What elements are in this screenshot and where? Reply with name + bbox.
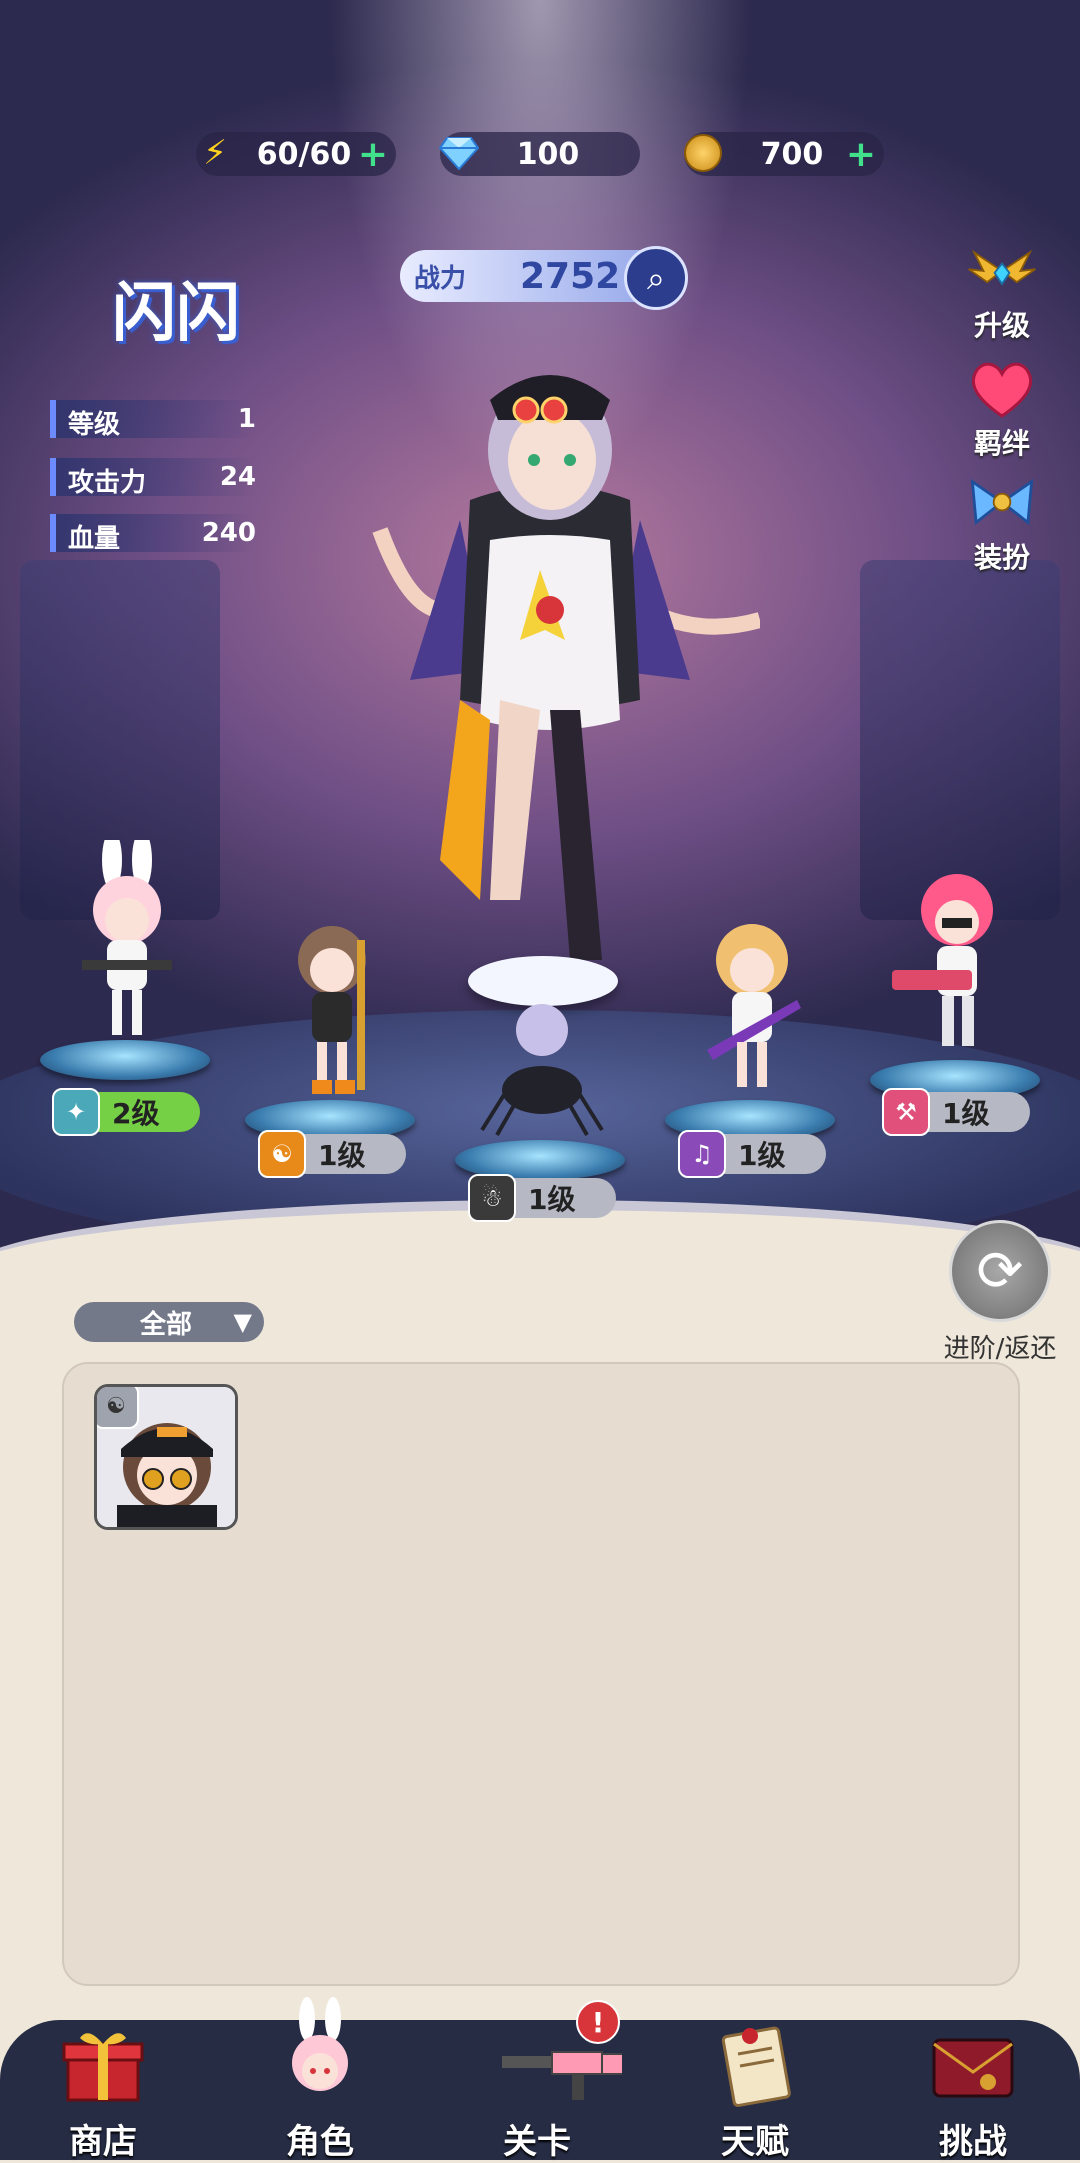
stat-attack: 攻击力 24 (50, 458, 256, 498)
team-slot-4[interactable] (665, 900, 835, 1160)
yin-yang-icon: ☯ (97, 1387, 139, 1429)
power-label: 战力 (414, 263, 467, 294)
yin-yang-icon: ☯ (258, 1130, 306, 1178)
upgrade-label: 升级 (973, 309, 1030, 342)
lightning-icon: ⚡ (203, 133, 227, 173)
dress-label: 装扮 (973, 541, 1030, 574)
monk-girl-chibi (298, 926, 366, 1094)
tab-talent[interactable]: 天赋 (670, 2020, 840, 2162)
tab-hero[interactable]: 角色 (235, 1997, 405, 2162)
energy-value: 60/60 (256, 136, 352, 172)
stat-value: 1 (237, 404, 256, 434)
team-slot-3[interactable] (455, 940, 625, 1200)
team-slot-2[interactable] (245, 900, 415, 1160)
gingerbread-icon: ☃ (468, 1174, 516, 1222)
team-slot-1[interactable] (40, 840, 210, 1100)
stat-value: 240 (201, 518, 256, 548)
scroll-icon (721, 2026, 791, 2107)
guitar-girl-chibi (707, 924, 801, 1087)
add-coin-button[interactable]: + (846, 134, 876, 175)
gem-counter[interactable]: 100 (439, 132, 640, 176)
level-text: 1级 (942, 1097, 990, 1130)
bunny-avatar-icon (292, 1997, 348, 2091)
gift-box-icon (62, 2033, 144, 2102)
coin-value: 700 (760, 136, 824, 172)
tab-label: 关卡 (503, 2122, 571, 2162)
roster-card[interactable]: ☯ (94, 1384, 238, 1530)
tab-label: 天赋 (721, 2122, 789, 2162)
magnifier-icon[interactable]: ⌕ (624, 246, 688, 310)
team-level-2: ☯ 1级 (258, 1130, 406, 1178)
coin-icon (678, 128, 728, 178)
team-slot-5[interactable] (870, 860, 1040, 1120)
bow-icon (965, 472, 1039, 534)
team-level-5: ⚒ 1级 (882, 1088, 1030, 1136)
team-level-3: ☃ 1级 (468, 1174, 616, 1222)
heart-icon (965, 358, 1039, 420)
refresh-icon: ⟳ (949, 1220, 1051, 1322)
alert-badge: ! (576, 2000, 620, 2044)
stat-hp: 血量 240 (50, 514, 256, 554)
coin-counter[interactable]: 700 + (684, 132, 884, 176)
guitar-icon: ♫ (678, 1130, 726, 1178)
filter-dropdown[interactable]: 全部 ▼ (74, 1302, 264, 1342)
power-value: 2752 (520, 255, 621, 297)
diamond-icon (434, 128, 484, 178)
platform (40, 1040, 210, 1080)
add-energy-button[interactable]: + (358, 134, 388, 175)
energy-counter[interactable]: ⚡ 60/60 + (196, 132, 396, 176)
stat-label: 等级 (68, 410, 121, 440)
bond-label: 羁绊 (973, 427, 1030, 460)
evolve-label: 进阶/返还 (943, 1334, 1057, 1364)
level-text: 1级 (528, 1183, 576, 1216)
combat-power: 战力 2752 ⌕ (400, 246, 688, 310)
punk-girl-chibi (892, 874, 993, 1046)
level-text: 1级 (318, 1139, 366, 1172)
tab-label: 挑战 (939, 2122, 1007, 2162)
chevron-down-icon: ▼ (233, 1308, 252, 1336)
level-text: 1级 (738, 1139, 786, 1172)
dress-button[interactable]: 装扮 (952, 472, 1052, 576)
evolve-return-button[interactable]: ⟳ 进阶/返还 (940, 1220, 1060, 1365)
envelope-icon (932, 2038, 1014, 2098)
team-level-4: ♫ 1级 (678, 1130, 826, 1178)
spider-girl-chibi (480, 1004, 604, 1136)
gem-value: 100 (516, 136, 580, 172)
filter-label: 全部 (140, 1309, 193, 1340)
stat-level: 等级 1 (50, 400, 256, 440)
tab-label: 商店 (69, 2122, 137, 2162)
tab-challenge[interactable]: 挑战 (888, 2020, 1058, 2162)
bond-button[interactable]: 羁绊 (952, 358, 1052, 462)
stat-value: 24 (219, 462, 256, 492)
team-level-1: ✦ 2级 (52, 1088, 200, 1136)
tab-stage[interactable]: ! 关卡 (452, 2000, 622, 2162)
upgrade-button[interactable]: 升级 (952, 240, 1052, 344)
tab-label: 角色 (286, 2122, 354, 2162)
bunny-girl-chibi (82, 840, 172, 1035)
stat-label: 攻击力 (68, 468, 147, 498)
wings-icon (965, 240, 1039, 302)
level-text: 2级 (112, 1097, 160, 1130)
stat-label: 血量 (68, 524, 121, 554)
character-name: 闪闪 (112, 277, 240, 351)
rifle-icon: ✦ (52, 1088, 100, 1136)
tab-shop[interactable]: 商店 (18, 2020, 188, 2162)
pickaxe-icon: ⚒ (882, 1088, 930, 1136)
